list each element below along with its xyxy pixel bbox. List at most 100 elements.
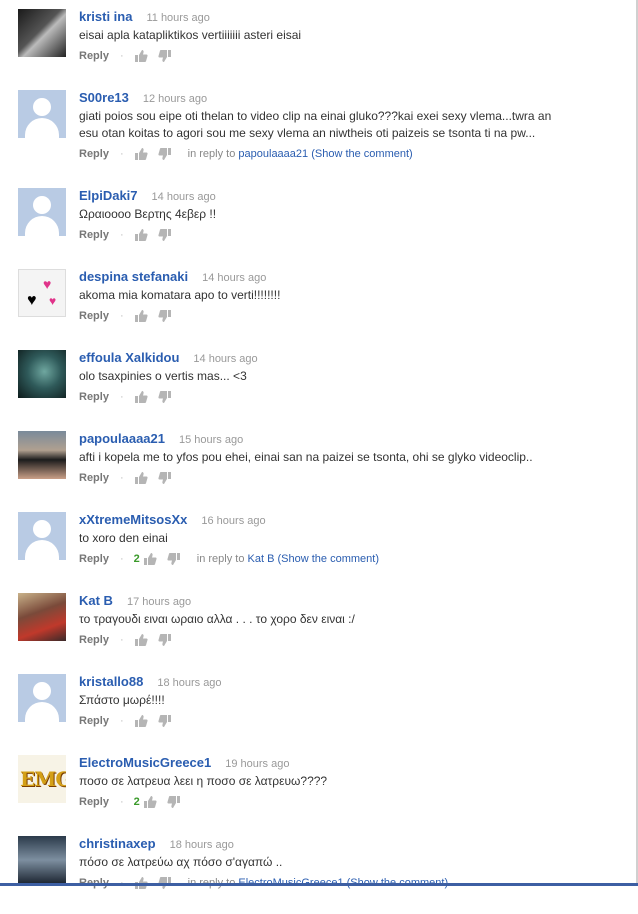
reply-button[interactable]: Reply [79, 796, 109, 808]
comment-author-link[interactable]: kristallo88 [79, 674, 143, 689]
like-count: 2 [133, 553, 140, 565]
user-avatar[interactable] [18, 90, 66, 138]
user-avatar[interactable] [18, 512, 66, 560]
thumbs-down-icon[interactable] [158, 228, 172, 242]
user-avatar[interactable] [18, 9, 66, 57]
comment-text: olo tsaxpinies o vertis mas... <3 [79, 369, 247, 383]
thumbs-up-icon[interactable] [134, 633, 148, 647]
comment-content: ElectroMusicGreece1 19 hours ago ποσο σε λ… [79, 755, 619, 810]
thumbs-up-icon[interactable] [134, 228, 148, 242]
show-comment-link[interactable]: (Show the comment) [278, 553, 379, 565]
comment-author-link[interactable]: S00re13 [79, 90, 129, 105]
thumbs-up-icon[interactable] [143, 552, 157, 566]
comment-item: effoula Xalkidou 14 hours ago olo tsaxpini… [18, 350, 618, 428]
comment-timestamp: 18 hours ago [169, 839, 234, 851]
thumbs-down-icon[interactable] [158, 471, 172, 485]
user-avatar[interactable]: EMG [18, 755, 66, 803]
user-avatar[interactable] [18, 836, 66, 884]
heart-icon: ♥ [49, 294, 57, 308]
comment-text: το τραγουδι ειναι ωραιο αλλα . . . το χο… [79, 612, 355, 626]
thumbs-down-icon[interactable] [158, 633, 172, 647]
separator-dot: · [119, 472, 124, 484]
comment-author-link[interactable]: ElpiDaki7 [79, 188, 138, 203]
reply-button[interactable]: Reply [79, 634, 109, 646]
user-avatar[interactable] [18, 350, 66, 398]
thumbs-down-icon[interactable] [158, 714, 172, 728]
user-avatar[interactable] [18, 431, 66, 479]
avatar-body-shape [25, 702, 59, 722]
avatar-head-shape [33, 682, 51, 700]
comment-timestamp: 11 hours ago [146, 12, 210, 24]
avatar-head-shape [33, 98, 51, 116]
avatar-body-shape [25, 118, 59, 138]
comment-header: Kat B 17 hours ago [79, 593, 619, 609]
comment-author-link[interactable]: xXtremeMitsosXx [79, 512, 187, 527]
comment-timestamp: 14 hours ago [193, 353, 258, 365]
comment-header: kristi ina 11 hours ago [79, 9, 619, 25]
comment-author-link[interactable]: papoulaaaa21 [79, 431, 165, 446]
comment-item: ♥ ♥ ♥ despina stefanaki 14 hours ago akoma mi… [18, 269, 618, 347]
thumbs-up-icon[interactable] [134, 147, 148, 161]
like-count: 2 [133, 796, 140, 808]
separator-dot: · [119, 50, 124, 62]
comment-header: effoula Xalkidou 14 hours ago [79, 350, 619, 366]
reply-button[interactable]: Reply [79, 229, 109, 241]
comment-header: papoulaaaa21 15 hours ago [79, 431, 619, 447]
comment-actions: Reply · 2 in reply to Kat B (Show the comme… [79, 551, 619, 567]
reply-button[interactable]: Reply [79, 553, 109, 565]
thumbs-up-icon[interactable] [134, 714, 148, 728]
comment-author-link[interactable]: christinaxep [79, 836, 156, 851]
comment-timestamp: 14 hours ago [151, 191, 216, 203]
avatar-head-shape [33, 196, 51, 214]
thumbs-up-icon[interactable] [134, 471, 148, 485]
user-avatar[interactable] [18, 593, 66, 641]
thumbs-down-icon[interactable] [167, 795, 181, 809]
thumbs-down-icon[interactable] [158, 147, 172, 161]
thumbs-up-icon[interactable] [143, 795, 157, 809]
comment-item: xXtremeMitsosXx 16 hours ago to xoro den e… [18, 512, 618, 590]
thumbs-down-icon[interactable] [158, 49, 172, 63]
thumbs-up-icon[interactable] [134, 390, 148, 404]
comment-text: πόσο σε λατρεύω αχ πόσο σ'αγαπώ .. [79, 855, 283, 869]
in-reply-to-user-link[interactable]: papoulaaaa21 [238, 148, 308, 160]
show-comment-link[interactable]: (Show the comment) [311, 148, 412, 160]
thumbs-up-icon[interactable] [134, 49, 148, 63]
user-avatar[interactable]: ♥ ♥ ♥ [18, 269, 66, 317]
comment-header: xXtremeMitsosXx 16 hours ago [79, 512, 619, 528]
comment-author-link[interactable]: kristi ina [79, 9, 132, 24]
reply-button[interactable]: Reply [79, 310, 109, 322]
comment-content: xXtremeMitsosXx 16 hours ago to xoro den e… [79, 512, 619, 567]
user-avatar[interactable] [18, 674, 66, 722]
comment-author-link[interactable]: ElectroMusicGreece1 [79, 755, 211, 770]
thumbs-down-icon[interactable] [158, 390, 172, 404]
comment-author-link[interactable]: effoula Xalkidou [79, 350, 179, 365]
thumbs-down-icon[interactable] [158, 309, 172, 323]
comment-header: despina stefanaki 14 hours ago [79, 269, 619, 285]
separator-dot: · [119, 391, 124, 403]
comment-item: papoulaaaa21 15 hours ago afti i kopela me… [18, 431, 618, 509]
comment-header: S00re13 12 hours ago [79, 90, 619, 106]
in-reply-to-user-link[interactable]: Kat B [248, 553, 275, 565]
separator-dot: · [119, 229, 124, 241]
thumbs-up-icon[interactable] [134, 309, 148, 323]
comment-text: afti i kopela me to yfos pou ehei, einai… [79, 450, 533, 464]
reply-button[interactable]: Reply [79, 472, 109, 484]
comment-author-link[interactable]: despina stefanaki [79, 269, 188, 284]
comment-author-link[interactable]: Kat B [79, 593, 113, 608]
user-avatar[interactable] [18, 188, 66, 236]
comment-actions: Reply · [79, 48, 619, 64]
comment-content: ElpiDaki7 14 hours ago Ωραιοοοο Βερτης 4εβ… [79, 188, 619, 243]
reply-button[interactable]: Reply [79, 50, 109, 62]
thumbs-down-icon[interactable] [167, 552, 181, 566]
comment-timestamp: 15 hours ago [179, 434, 244, 446]
comment-text: ποσο σε λατρευα λεει η ποσο σε λατρευω??… [79, 774, 328, 788]
comment-actions: Reply · [79, 713, 619, 729]
comment-actions: Reply · [79, 632, 619, 648]
comment-timestamp: 12 hours ago [142, 93, 208, 105]
separator-dot: · [119, 310, 124, 322]
reply-button[interactable]: Reply [79, 715, 109, 727]
comment-text: eisai apla katapliktikos vertiiiiiii ast… [79, 28, 302, 42]
reply-button[interactable]: Reply [79, 391, 109, 403]
reply-button[interactable]: Reply [79, 148, 109, 160]
comment-content: despina stefanaki 14 hours ago akoma mia k… [79, 269, 619, 324]
